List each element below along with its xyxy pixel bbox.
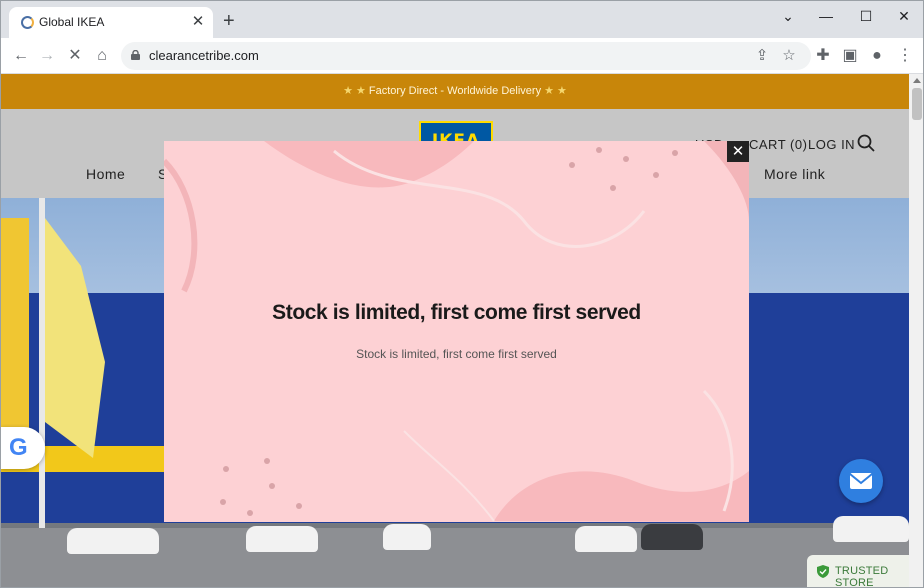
page-scrollbar[interactable]	[909, 74, 923, 587]
url-text: clearancetribe.com	[149, 48, 259, 63]
nav-more-link[interactable]: More link	[764, 166, 825, 182]
loading-favicon-icon	[21, 16, 34, 29]
announcement-bar: ★ ★ Factory Direct - Worldwide Delivery …	[1, 74, 909, 109]
browser-toolbar: ← → ✕ ⌂ clearancetribe.com ⇪ ☆ ✚ ▣ ● ⋮	[1, 38, 923, 74]
search-icon[interactable]	[857, 134, 875, 152]
shield-check-icon	[817, 565, 829, 578]
chat-button[interactable]	[839, 459, 883, 503]
modal-title: Stock is limited, first come first serve…	[272, 301, 641, 324]
trusted-store-badge[interactable]: TRUSTED STORE	[807, 555, 909, 588]
menu-kebab-icon[interactable]: ⋮	[893, 44, 917, 68]
forward-icon[interactable]: →	[35, 44, 59, 68]
extensions-icon[interactable]: ✚	[811, 44, 835, 68]
home-icon[interactable]: ⌂	[90, 44, 114, 68]
share-icon[interactable]: ⇪	[751, 45, 773, 67]
modal-close-icon[interactable]: ✕	[727, 141, 749, 162]
google-logo-icon: G	[9, 434, 28, 461]
nav-home[interactable]: Home	[86, 166, 125, 182]
parked-car	[575, 526, 637, 552]
tab-strip: Global IKEA ✕ + ⌄ — ☐ ✕	[1, 1, 923, 38]
scroll-thumb[interactable]	[912, 88, 922, 120]
google-reviews-badge[interactable]: G	[1, 427, 45, 469]
parked-car	[833, 516, 909, 542]
popup-modal: Stock is limited, first come first serve…	[164, 141, 749, 522]
parked-car	[641, 524, 703, 550]
back-icon[interactable]: ←	[9, 44, 33, 68]
login-link[interactable]: LOG IN	[808, 137, 855, 152]
parked-car	[383, 524, 431, 550]
modal-subtitle: Stock is limited, first come first serve…	[356, 347, 557, 361]
parked-car	[246, 526, 318, 552]
modal-decor-illustration	[164, 141, 749, 522]
minimize-button[interactable]: —	[811, 5, 841, 27]
new-tab-button[interactable]: +	[223, 11, 235, 31]
cart-link[interactable]: CART (0)	[749, 137, 807, 152]
star-icon: ★ ★	[343, 85, 366, 97]
scroll-up-arrow-icon[interactable]	[913, 78, 921, 83]
lock-icon	[131, 50, 140, 60]
mail-icon	[849, 473, 873, 489]
tab-search-icon[interactable]: ⌄	[773, 5, 803, 27]
side-panel-icon[interactable]: ▣	[838, 44, 862, 68]
star-icon: ★ ★	[544, 85, 567, 97]
parked-car	[67, 528, 159, 554]
browser-window: Global IKEA ✕ + ⌄ — ☐ ✕ ← → ✕ ⌂ clearanc…	[0, 0, 924, 588]
stop-loading-icon[interactable]: ✕	[63, 44, 87, 68]
close-window-button[interactable]: ✕	[889, 5, 919, 27]
trusted-store-label: TRUSTED STORE	[835, 565, 889, 588]
tab-title: Global IKEA	[39, 15, 105, 29]
flag	[1, 218, 29, 438]
address-bar[interactable]: clearancetribe.com ⇪ ☆	[121, 42, 811, 70]
maximize-button[interactable]: ☐	[851, 5, 881, 27]
browser-tab[interactable]: Global IKEA ✕	[9, 7, 213, 38]
profile-avatar-icon[interactable]: ●	[865, 44, 889, 68]
announcement-text: Factory Direct - Worldwide Delivery	[368, 85, 542, 97]
tab-close-icon[interactable]: ✕	[189, 13, 207, 31]
flag	[45, 218, 105, 458]
bookmark-star-icon[interactable]: ☆	[778, 45, 800, 67]
